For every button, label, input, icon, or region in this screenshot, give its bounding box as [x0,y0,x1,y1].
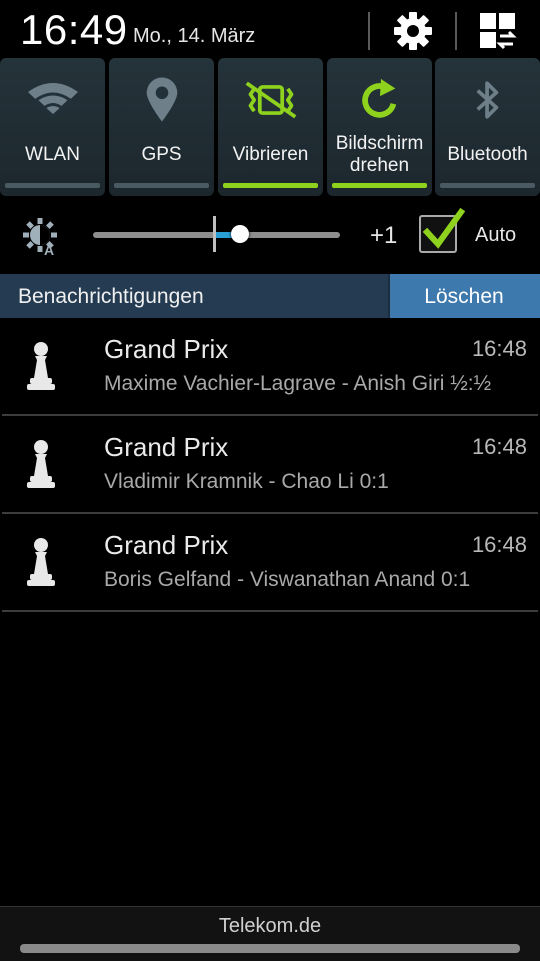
auto-brightness-label: Auto [475,224,517,246]
toggle-gps[interactable]: GPS [109,58,214,196]
toggle-label: GPS [141,144,182,165]
notification-time: 16:48 [471,532,527,557]
notifications-title: Benachrichtigungen [18,285,204,308]
notification-item[interactable]: Grand Prix 16:48 Boris Gelfand - Viswana… [0,514,540,612]
brightness-slider-handle[interactable] [231,225,249,243]
toggle-wlan[interactable]: WLAN [0,58,105,196]
notification-title: Grand Prix [104,432,229,462]
toggle-indicator [5,183,100,188]
quick-settings-panel: WLAN GPS Vibrieren Bildschirm drehen Blu… [0,58,540,198]
notification-title: Grand Prix [104,334,229,364]
carrier-label: Telekom.de [218,915,322,937]
notification-item[interactable]: Grand Prix 16:48 Maxime Vachier-Lagrave … [0,318,540,416]
grid-toggle-icon[interactable] [476,11,520,51]
location-pin-icon [109,72,214,128]
toggle-rotate[interactable]: Bildschirm drehen [327,58,432,196]
toggle-indicator [114,183,209,188]
bluetooth-icon [435,72,540,128]
panel-drag-handle[interactable] [20,944,520,953]
divider [2,610,538,612]
wifi-icon [0,72,105,128]
toggle-indicator [440,183,535,188]
notification-item[interactable]: Grand Prix 16:48 Vladimir Kramnik - Chao… [0,416,540,514]
rotate-icon [327,72,432,128]
header-divider [455,12,457,50]
notification-title: Grand Prix [104,530,229,560]
chess-pawn-icon [22,438,60,490]
toggle-indicator [223,183,318,188]
gear-icon[interactable] [391,11,435,51]
toggle-indicator [332,183,427,188]
notification-time: 16:48 [471,336,527,361]
toggle-label: WLAN [25,144,80,165]
brightness-level: +1 [370,222,398,249]
toggle-label: Bildschirm drehen [335,133,424,176]
clock-date: Mo., 14. März [133,25,256,47]
toggle-label: Vibrieren [232,144,309,165]
status-header: 16:49 Mo., 14. März [0,0,540,60]
notification-text: Vladimir Kramnik - Chao Li 0:1 [104,470,389,493]
clear-button-label[interactable]: Löschen [388,285,540,309]
svg-text:A: A [44,242,54,257]
chess-pawn-icon [22,536,60,588]
toggle-bluetooth[interactable]: Bluetooth [435,58,540,196]
chess-pawn-icon [22,340,60,392]
notification-text: Maxime Vachier-Lagrave - Anish Giri ½:½ [104,372,492,395]
notification-text: Boris Gelfand - Viswanathan Anand 0:1 [104,568,471,591]
vibrate-icon [218,72,323,128]
toggle-label: Bluetooth [447,144,528,165]
notification-time: 16:48 [471,434,527,459]
brightness-icon: A [22,217,62,258]
toggle-vibrate[interactable]: Vibrieren [218,58,323,196]
clock-time: 16:49 [20,6,128,53]
brightness-default-marker [213,216,216,252]
checkmark-icon [421,206,466,252]
header-divider [368,12,370,50]
